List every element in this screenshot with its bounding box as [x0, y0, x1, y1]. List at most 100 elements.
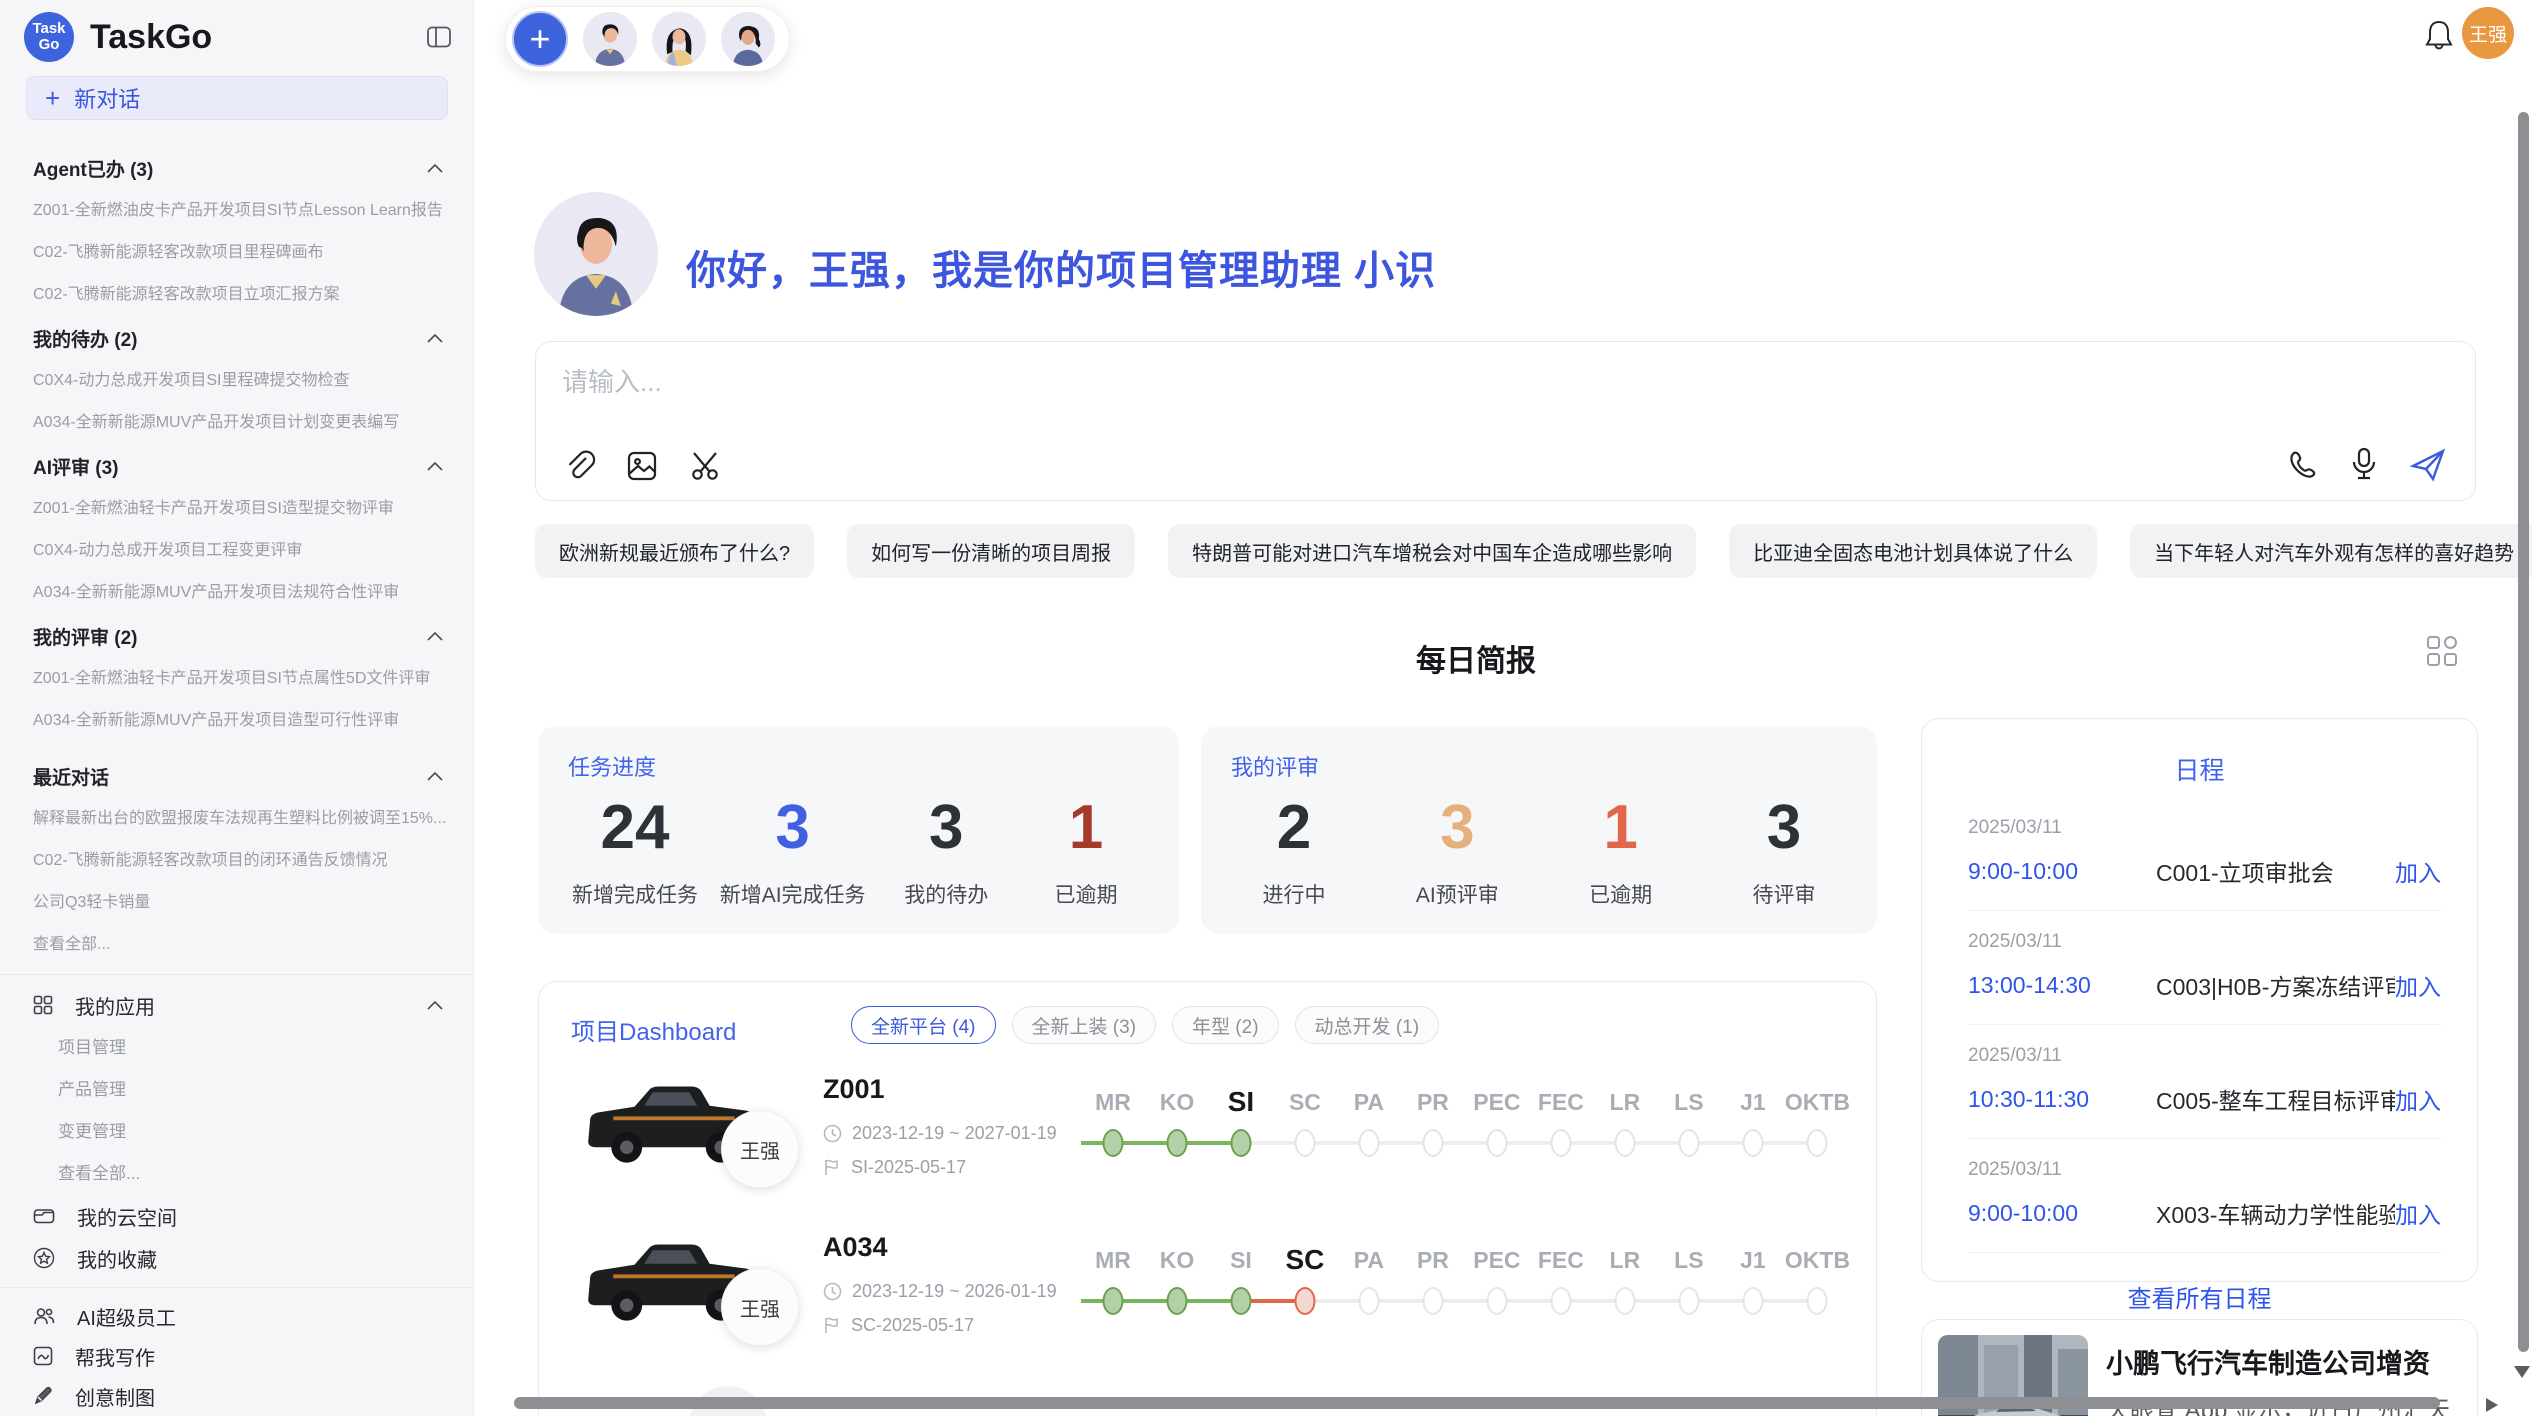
schedule-item[interactable]: 2025/03/11 10:30-11:30 C005-整车工程目标评审 加入	[1968, 1025, 2441, 1139]
section-title: 我的待办 (2)	[33, 325, 138, 352]
chevron-up-icon[interactable]	[427, 1001, 443, 1010]
project-row-z001[interactable]: 王强 Z001 2023-12-19 ~ 2027-01-19 SI-2025-…	[571, 1070, 1850, 1222]
sidebar-section-my-todo[interactable]: 我的待办 (2)	[0, 316, 473, 360]
filter-tab-platform[interactable]: 全新平台 (4)	[851, 1006, 996, 1044]
sidebar-section-recent[interactable]: 最近对话	[0, 754, 473, 798]
attachment-icon[interactable]	[562, 448, 596, 484]
chat-composer	[535, 341, 2476, 501]
apps-grid-icon	[33, 995, 53, 1015]
sidebar-item[interactable]: Z001-全新燃油轻卡产品开发项目SI造型提交物评审	[0, 488, 473, 530]
milestone-node-overdue	[1294, 1287, 1315, 1315]
chevron-up-icon[interactable]	[427, 334, 443, 343]
agent-avatar-2[interactable]	[652, 12, 706, 66]
sidebar-my-apps[interactable]: 我的应用	[0, 983, 473, 1027]
image-icon[interactable]	[624, 448, 660, 484]
add-agent-button[interactable]: +	[512, 11, 568, 67]
milestone-node	[1807, 1287, 1828, 1315]
card-title: 我的评审	[1231, 750, 1319, 782]
suggestion-chip[interactable]: 如何写一份清晰的项目周报	[847, 524, 1135, 578]
recent-chat-item[interactable]: 公司Q3轻卡销量	[0, 882, 473, 924]
join-meeting-link[interactable]: 加入	[2395, 968, 2441, 1002]
agent-avatar-1[interactable]	[583, 12, 637, 66]
project-dates: 2023-12-19 ~ 2027-01-19	[823, 1123, 1057, 1144]
milestone: PA	[1337, 1070, 1401, 1190]
join-meeting-link[interactable]: 加入	[2395, 854, 2441, 888]
sidebar-section-ai-review[interactable]: AI评审 (3)	[0, 444, 473, 488]
filter-tab-upfit[interactable]: 全新上装 (3)	[1012, 1006, 1157, 1044]
sidebar-item[interactable]: C02-飞腾新能源轻客改款项目里程碑画布	[0, 232, 473, 274]
new-chat-button[interactable]: + 新对话	[26, 76, 448, 120]
scroll-right-arrow[interactable]	[2486, 1398, 2498, 1412]
apps-view-all[interactable]: 查看全部...	[0, 1153, 473, 1195]
milestone-node	[1166, 1287, 1187, 1315]
recent-view-all[interactable]: 查看全部...	[0, 924, 473, 966]
notification-bell-icon[interactable]	[2422, 17, 2456, 53]
sidebar-item[interactable]: A034-全新新能源MUV产品开发项目法规符合性评审	[0, 572, 473, 614]
briefing-layout-icon[interactable]	[2425, 634, 2459, 668]
chevron-up-icon[interactable]	[427, 632, 443, 641]
sidebar-item-ai-staff[interactable]: AI超级员工	[0, 1296, 473, 1336]
recent-chat-item[interactable]: C02-飞腾新能源轻客改款项目的闭环通告反馈情况	[0, 840, 473, 882]
join-meeting-link[interactable]: 加入	[2395, 1082, 2441, 1116]
app-item-project-mgmt[interactable]: 项目管理	[0, 1027, 473, 1069]
news-title[interactable]: 小鹏飞行汽车制造公司增资	[2106, 1342, 2430, 1381]
view-all-schedule-link[interactable]: 查看所有日程	[1922, 1279, 2477, 1314]
stat-value: 24	[572, 792, 698, 863]
app-logo: Task Go	[24, 12, 74, 62]
horizontal-scrollbar[interactable]	[514, 1397, 2440, 1409]
collapse-sidebar-icon[interactable]	[427, 26, 451, 48]
schedule-time: 13:00-14:30	[1968, 972, 2156, 999]
schedule-date: 2025/03/11	[1968, 931, 2441, 953]
task-progress-card: 任务进度 24 新增完成任务 3 新增AI完成任务 3 我的待办 1 已逾期	[538, 726, 1179, 934]
sidebar-item[interactable]: C0X4-动力总成开发项目SI里程碑提交物检查	[0, 360, 473, 402]
filter-tab-model-year[interactable]: 年型 (2)	[1172, 1006, 1279, 1044]
sidebar-item[interactable]: C02-飞腾新能源轻客改款项目立项汇报方案	[0, 274, 473, 316]
stat-pending-review: 3 待评审	[1725, 792, 1843, 909]
sidebar-item[interactable]: Z001-全新燃油皮卡产品开发项目SI节点Lesson Learn报告	[0, 190, 473, 232]
send-icon[interactable]	[2409, 447, 2447, 483]
sidebar-section-my-review[interactable]: 我的评审 (2)	[0, 614, 473, 658]
vertical-scrollbar[interactable]	[2518, 112, 2529, 1352]
milestone-timeline-z001: MR KO SI SC PA PR PEC FEC LR LS J1 OKTB	[1081, 1070, 1850, 1190]
sidebar-item[interactable]: C0X4-动力总成开发项目工程变更评审	[0, 530, 473, 572]
milestone-node	[1486, 1287, 1507, 1315]
sidebar-item[interactable]: A034-全新新能源MUV产品开发项目计划变更表编写	[0, 402, 473, 444]
suggestion-chip[interactable]: 比亚迪全固态电池计划具体说了什么	[1729, 524, 2097, 578]
section-title: 我的评审 (2)	[33, 623, 138, 650]
filter-tab-powertrain[interactable]: 动总开发 (1)	[1295, 1006, 1440, 1044]
suggestion-chip[interactable]: 当下年轻人对汽车外观有怎样的喜好趋势	[2130, 524, 2532, 578]
app-item-change-mgmt[interactable]: 变更管理	[0, 1111, 473, 1153]
chevron-up-icon[interactable]	[427, 164, 443, 173]
sidebar-item-help-write[interactable]: 帮我写作	[0, 1336, 473, 1376]
suggestion-chip[interactable]: 欧洲新规最近颁布了什么?	[535, 524, 814, 578]
sidebar-item-favorites[interactable]: 我的收藏	[0, 1237, 473, 1279]
milestone: SI	[1209, 1228, 1273, 1348]
chat-input[interactable]	[562, 362, 2162, 420]
phone-icon[interactable]	[2285, 448, 2319, 482]
agent-avatar-3[interactable]	[721, 12, 775, 66]
sidebar-item-creative-draw[interactable]: 创意制图	[0, 1376, 473, 1416]
schedule-item[interactable]: 2025/03/11 9:00-10:00 C001-立项审批会 加入	[1968, 797, 2441, 911]
chevron-up-icon[interactable]	[427, 462, 443, 471]
suggestion-chip[interactable]: 特朗普可能对进口汽车增税会对中国车企造成哪些影响	[1168, 524, 1696, 578]
scissors-icon[interactable]	[688, 448, 724, 484]
join-meeting-link[interactable]: 加入	[2395, 1196, 2441, 1230]
sidebar-item[interactable]: A034-全新新能源MUV产品开发项目造型可行性评审	[0, 700, 473, 742]
project-row-a034[interactable]: 王强 A034 2023-12-19 ~ 2026-01-19 SC-2025-…	[571, 1228, 1850, 1380]
recent-chat-item[interactable]: 解释最新出台的欧盟报废车法规再生塑料比例被调至15%...	[0, 798, 473, 840]
sidebar-section-agent-done[interactable]: Agent已办 (3)	[0, 146, 473, 190]
sidebar-item[interactable]: Z001-全新燃油轻卡产品开发项目SI节点属性5D文件评审	[0, 658, 473, 700]
milestone-node	[1614, 1129, 1635, 1157]
user-avatar[interactable]: 王强	[2462, 7, 2514, 59]
schedule-item[interactable]: 2025/03/11 13:00-14:30 C003|H0B-方案冻结评审 加…	[1968, 911, 2441, 1025]
scroll-down-arrow[interactable]	[2514, 1366, 2530, 1378]
sidebar-item-cloud-space[interactable]: 我的云空间	[0, 1195, 473, 1237]
microphone-icon[interactable]	[2347, 446, 2381, 484]
chevron-up-icon[interactable]	[427, 772, 443, 781]
stat-new-done: 24 新增完成任务	[572, 792, 698, 909]
stat-label: 待评审	[1725, 879, 1843, 909]
schedule-item[interactable]: 2025/03/11 9:00-10:00 X003-车辆动力学性能验... 加…	[1968, 1139, 2441, 1253]
schedule-event-title: C003|H0B-方案冻结评审	[2156, 968, 2395, 1002]
app-item-product-mgmt[interactable]: 产品管理	[0, 1069, 473, 1111]
milestone: LR	[1593, 1070, 1657, 1190]
